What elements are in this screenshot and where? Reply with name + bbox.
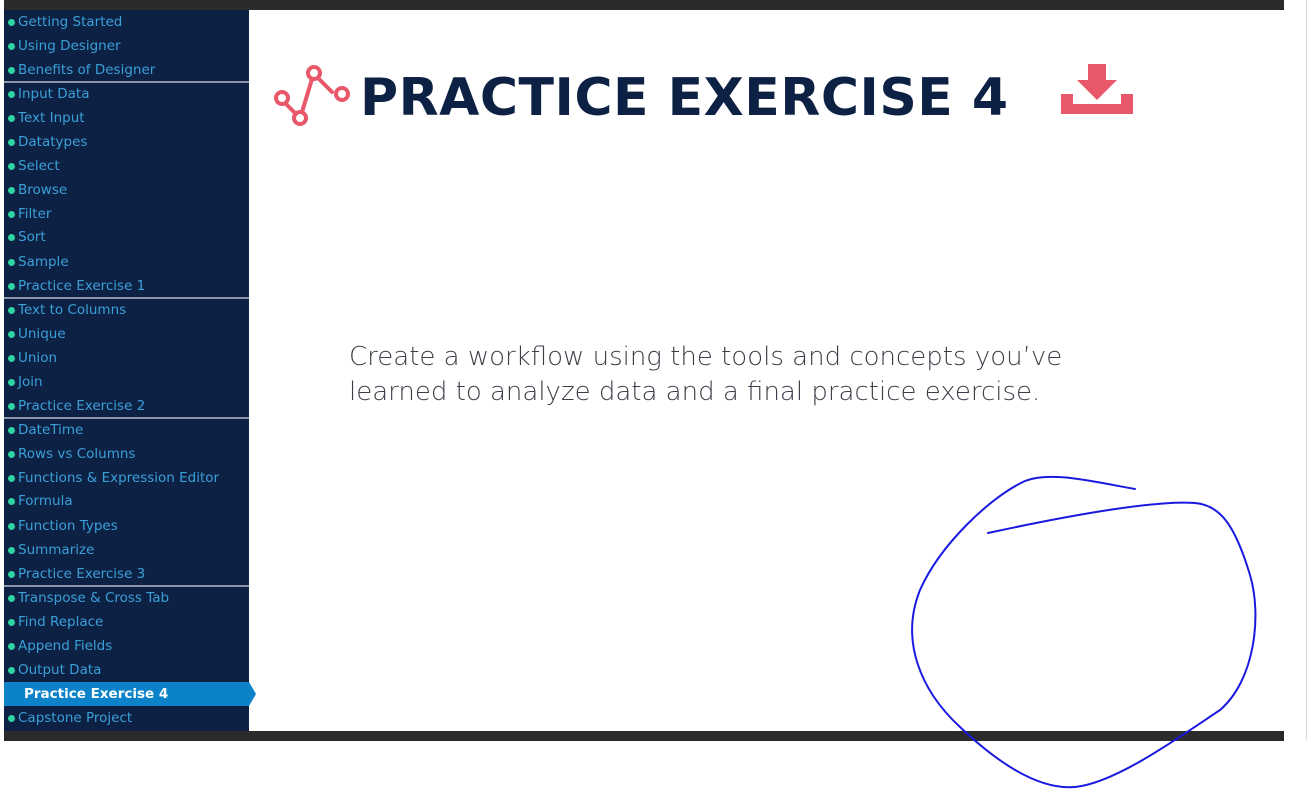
bullet-icon	[8, 90, 15, 98]
bullet-icon	[8, 306, 15, 314]
sidebar-item-label: Practice Exercise 2	[18, 398, 146, 414]
sidebar-item-text-to-columns[interactable]: Text to Columns	[4, 298, 249, 322]
sidebar-item-using-designer[interactable]: Using Designer	[4, 34, 249, 58]
bullet-icon	[8, 522, 15, 530]
sidebar-item-find-replace[interactable]: Find Replace	[4, 610, 249, 634]
sidebar-item-getting-started[interactable]: Getting Started	[4, 10, 249, 34]
sidebar-item-join[interactable]: Join	[4, 370, 249, 394]
sidebar-item-practice-exercise-2[interactable]: Practice Exercise 2	[4, 394, 249, 418]
description-line-2: learned to analyze data and a final prac…	[349, 377, 1041, 407]
sidebar-item-unique[interactable]: Unique	[4, 322, 249, 346]
bullet-icon	[8, 162, 15, 170]
description-line-1: Create a workflow using the tools and co…	[349, 342, 1063, 372]
sidebar-item-label: Capstone Project	[18, 710, 133, 726]
sidebar-item-label: Getting Started	[18, 14, 123, 30]
bullet-icon	[8, 570, 15, 578]
sidebar-item-label: Practice Exercise 4	[24, 686, 169, 702]
bullet-icon	[8, 258, 15, 266]
workflow-icon	[274, 65, 350, 126]
bullet-icon	[8, 18, 15, 26]
exercise-description: Create a workflow using the tools and co…	[349, 340, 1149, 410]
sidebar-item-datatypes[interactable]: Datatypes	[4, 130, 249, 154]
bullet-icon	[8, 354, 15, 362]
sidebar-item-union[interactable]: Union	[4, 346, 249, 370]
page-title: PRACTICE EXERCISE 4	[360, 68, 1009, 128]
sidebar-item-label: Input Data	[18, 86, 90, 102]
sidebar-item-datetime[interactable]: DateTime	[4, 418, 249, 442]
sidebar-item-label: Filter	[18, 206, 52, 222]
bullet-icon	[8, 186, 15, 194]
sidebar-item-label: Text Input	[18, 110, 85, 126]
sidebar-item-rows-vs-columns[interactable]: Rows vs Columns	[4, 442, 249, 466]
bullet-icon	[8, 138, 15, 146]
bullet-icon	[8, 42, 15, 50]
sidebar-item-browse[interactable]: Browse	[4, 178, 249, 202]
sidebar-item-label: DateTime	[18, 422, 84, 438]
sidebar-item-label: Output Data	[18, 662, 102, 678]
bullet-icon	[8, 114, 15, 122]
sidebar-item-summarize[interactable]: Summarize	[4, 538, 249, 562]
bullet-icon	[8, 497, 15, 505]
bullet-icon	[8, 233, 15, 241]
download-icon[interactable]	[1061, 64, 1133, 116]
sidebar-item-functions-expression-editor[interactable]: Functions & Expression Editor	[4, 466, 249, 490]
sidebar-item-label: Practice Exercise 1	[18, 278, 146, 294]
sidebar-item-practice-exercise-3[interactable]: Practice Exercise 3	[4, 562, 249, 586]
sidebar-item-transpose-cross-tab[interactable]: Transpose & Cross Tab	[4, 586, 249, 610]
sidebar-item-label: Text to Columns	[18, 302, 127, 318]
bullet-icon	[8, 330, 15, 338]
bullet-icon	[8, 66, 15, 74]
sidebar-item-label: Sort	[18, 229, 46, 245]
bullet-icon	[8, 666, 15, 674]
sidebar-item-label: Union	[18, 350, 58, 366]
sidebar-item-practice-exercise-4[interactable]: Practice Exercise 4	[4, 682, 256, 706]
sidebar-item-label: Unique	[18, 326, 66, 342]
sidebar-item-filter[interactable]: Filter	[4, 202, 249, 226]
sidebar-item-label: Browse	[18, 182, 68, 198]
sidebar-item-label: Functions & Expression Editor	[18, 470, 220, 486]
sidebar-item-benefits-of-designer[interactable]: Benefits of Designer	[4, 58, 249, 82]
sidebar-item-capstone-project[interactable]: Capstone Project	[4, 706, 249, 730]
bullet-icon	[8, 210, 15, 218]
bullet-icon	[8, 642, 15, 650]
sidebar-item-label: Transpose & Cross Tab	[18, 590, 170, 606]
sidebar-item-label: Join	[18, 374, 43, 390]
sidebar-item-label: Rows vs Columns	[18, 446, 136, 462]
sidebar-item-label: Formula	[18, 493, 73, 509]
right-border	[1306, 0, 1307, 740]
bullet-icon	[8, 594, 15, 602]
bullet-icon	[8, 450, 15, 458]
sidebar-item-label: Select	[18, 158, 60, 174]
sidebar-item-label: Function Types	[18, 518, 118, 534]
sidebar-item-label: Find Replace	[18, 614, 104, 630]
sidebar-item-formula[interactable]: Formula	[4, 489, 249, 513]
sidebar-item-input-data[interactable]: Input Data	[4, 82, 249, 106]
sidebar-item-practice-exercise-1[interactable]: Practice Exercise 1	[4, 274, 249, 298]
top-bar	[4, 0, 1284, 10]
sidebar-item-label: Using Designer	[18, 38, 121, 54]
bullet-icon	[8, 474, 15, 482]
bullet-icon	[8, 378, 15, 386]
hand-drawn-circle-annotation	[911, 475, 1257, 789]
sidebar-item-text-input[interactable]: Text Input	[4, 106, 249, 130]
bullet-icon	[8, 714, 15, 722]
sidebar-item-append-fields[interactable]: Append Fields	[4, 634, 249, 658]
sidebar-item-label: Practice Exercise 3	[18, 566, 146, 582]
sidebar-item-output-data[interactable]: Output Data	[4, 658, 249, 682]
sidebar-item-sort[interactable]: Sort	[4, 225, 249, 249]
bullet-icon	[8, 402, 15, 410]
sidebar-item-function-types[interactable]: Function Types	[4, 514, 249, 538]
sidebar-nav: Getting Started Using Designer Benefits …	[4, 10, 256, 731]
sidebar-item-label: Append Fields	[18, 638, 113, 654]
sidebar-item-label: Datatypes	[18, 134, 88, 150]
sidebar-item-label: Benefits of Designer	[18, 62, 156, 78]
bullet-icon	[8, 282, 15, 290]
sidebar-item-select[interactable]: Select	[4, 154, 249, 178]
bullet-icon	[8, 546, 15, 554]
sidebar-item-label: Sample	[18, 254, 69, 270]
sidebar-item-sample[interactable]: Sample	[4, 250, 249, 274]
bullet-icon	[8, 618, 15, 626]
sidebar-item-label: Summarize	[18, 542, 95, 558]
bullet-icon	[8, 426, 15, 434]
